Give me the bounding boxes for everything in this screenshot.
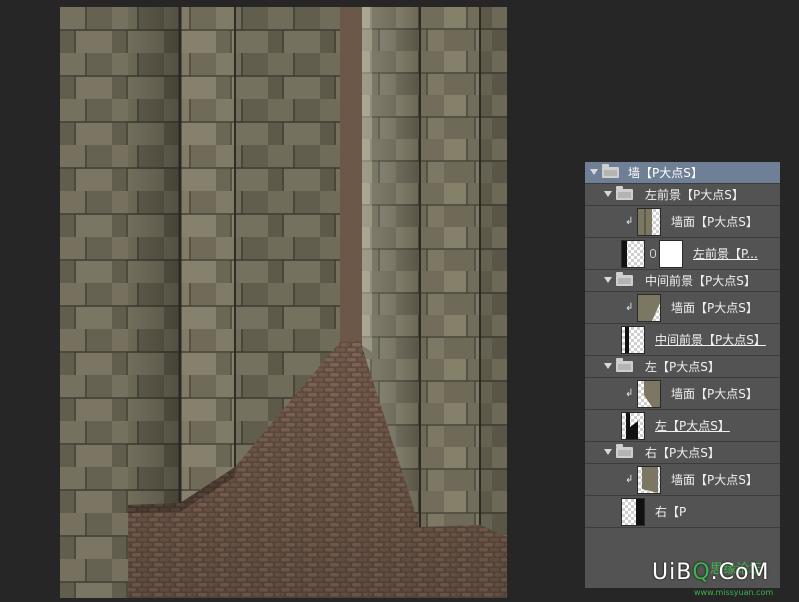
layer-name: 墙面【P大点S】	[671, 215, 758, 229]
layer-thumbnail	[637, 208, 661, 236]
folder-icon	[602, 164, 619, 178]
layer-name: 左前景【P...	[693, 247, 758, 261]
layer-name: 墙面【P大点S】	[671, 473, 758, 487]
layer-left-shape[interactable]: 左【P大点S】	[585, 410, 780, 442]
layer-name: 左前景【P大点S】	[645, 188, 744, 202]
layer-group-left[interactable]: 左【P大点S】	[585, 356, 780, 378]
layer-mask-thumbnail[interactable]	[659, 240, 683, 268]
layer-name: 左【P大点S】	[655, 419, 730, 433]
layer-middle-foreground-shape[interactable]: 中间前景【P大点S】	[585, 324, 780, 356]
layer-thumbnail	[621, 498, 645, 526]
layer-thumbnail	[621, 412, 645, 440]
clip-arrow-icon: ↲	[625, 216, 634, 227]
layer-thumbnail	[637, 466, 661, 494]
folder-icon	[616, 358, 633, 372]
layer-thumbnail	[637, 294, 661, 322]
watermark-url: www.missyuan.com	[694, 588, 774, 597]
watermark-text: UiBQ.CoM	[652, 560, 770, 585]
document-canvas[interactable]	[60, 7, 507, 598]
layer-name: 中间前景【P大点S】	[655, 333, 766, 347]
folder-icon	[616, 186, 633, 200]
layer-wall-texture[interactable]: ↲ 墙面【P大点S】	[585, 464, 780, 496]
layer-group-left-foreground[interactable]: 左前景【P大点S】	[585, 184, 780, 206]
layer-group-wall[interactable]: 墙【P大点S】	[585, 162, 780, 184]
layer-thumbnail	[621, 240, 645, 268]
clip-arrow-icon: ↲	[625, 474, 634, 485]
folder-icon	[616, 272, 633, 286]
clip-arrow-icon: ↲	[625, 302, 634, 313]
layer-name: 墙面【P大点S】	[671, 387, 758, 401]
layer-group-middle-foreground[interactable]: 中间前景【P大点S】	[585, 270, 780, 292]
clip-arrow-icon: ↲	[625, 388, 634, 399]
folder-icon	[616, 444, 633, 458]
expand-triangle-icon[interactable]	[590, 169, 598, 175]
layer-right-shape[interactable]: 右【P	[585, 496, 780, 528]
expand-triangle-icon[interactable]	[604, 363, 612, 369]
layer-wall-texture[interactable]: ↲ 墙面【P大点S】	[585, 206, 780, 238]
layer-name: 左【P大点S】	[645, 360, 720, 374]
layer-name: 右【P	[655, 505, 687, 519]
alley-artwork	[60, 7, 507, 598]
expand-triangle-icon[interactable]	[604, 449, 612, 455]
layer-name: 墙【P大点S】	[628, 166, 703, 180]
layer-thumbnail	[637, 380, 661, 408]
layer-thumbnail	[621, 326, 645, 354]
layer-left-foreground-shape[interactable]: 左前景【P...	[585, 238, 780, 270]
layer-name: 右【P大点S】	[645, 446, 720, 460]
layer-name: 中间前景【P大点S】	[645, 274, 756, 288]
layer-group-right[interactable]: 右【P大点S】	[585, 442, 780, 464]
watermark-logo: 思缘论坛 UiBQ.CoM www.missyuan.com	[650, 556, 799, 602]
expand-triangle-icon[interactable]	[604, 191, 612, 197]
layers-panel: 墙【P大点S】 左前景【P大点S】 ↲ 墙面【P大点S】 左前景【P... 中间…	[585, 162, 780, 588]
layer-wall-texture[interactable]: ↲ 墙面【P大点S】	[585, 378, 780, 410]
layer-wall-texture[interactable]: ↲ 墙面【P大点S】	[585, 292, 780, 324]
link-icon[interactable]	[650, 249, 656, 258]
expand-triangle-icon[interactable]	[604, 277, 612, 283]
layer-name: 墙面【P大点S】	[671, 301, 758, 315]
